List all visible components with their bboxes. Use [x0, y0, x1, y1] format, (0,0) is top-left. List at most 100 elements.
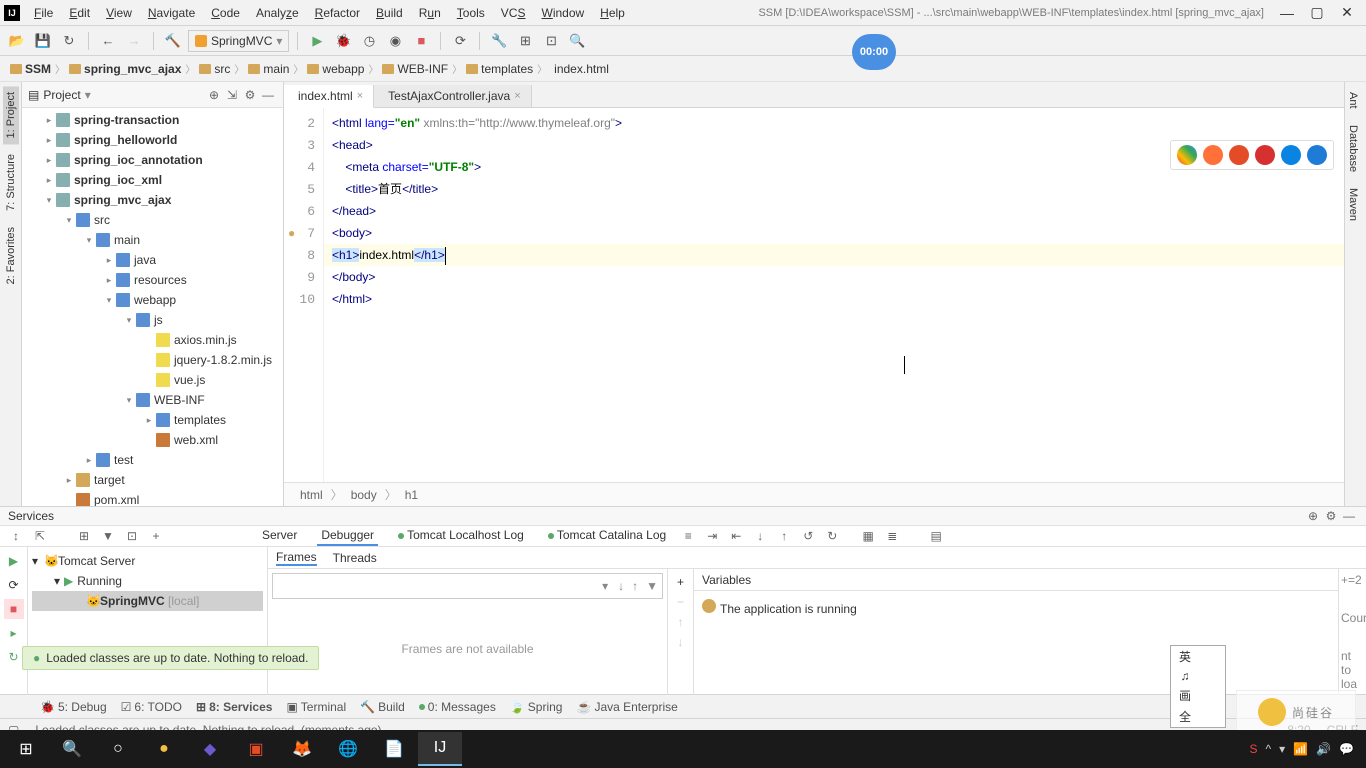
system-tray[interactable]: S ^ ▾ 📶 🔊 💬: [1249, 742, 1362, 756]
bottom-tab-terminal[interactable]: ▣ Terminal: [286, 700, 346, 714]
bottom-tab-spring[interactable]: 🍃 Spring: [510, 700, 563, 714]
firefox-icon[interactable]: [1203, 145, 1223, 165]
tree-chevron-icon[interactable]: ▸: [102, 255, 116, 266]
left-tab-structure[interactable]: 7: Structure: [3, 148, 19, 217]
forward-icon[interactable]: →: [123, 30, 145, 52]
run-icon[interactable]: ▶: [306, 30, 328, 52]
services-tree[interactable]: ▾🐱Tomcat Server ▾▶Running 🐱SpringMVC [lo…: [28, 547, 268, 695]
tree-row[interactable]: ▾webapp: [22, 290, 283, 310]
tree-chevron-icon[interactable]: ▾: [102, 295, 116, 306]
menu-analyze[interactable]: Analyze: [248, 3, 307, 23]
subtab-frames[interactable]: Frames: [276, 550, 317, 566]
toolbar-icon[interactable]: ▦: [858, 526, 878, 546]
project-title[interactable]: ▤ Project ▾: [28, 88, 205, 102]
tree-chevron-icon[interactable]: ▸: [42, 155, 56, 166]
nav-crumb[interactable]: SSM: [10, 62, 51, 76]
profile-icon[interactable]: ◉: [384, 30, 406, 52]
taskbar-app[interactable]: 📄: [372, 732, 416, 766]
tray-icon[interactable]: ▾: [1279, 742, 1285, 756]
tree-row[interactable]: ▸spring_helloworld: [22, 130, 283, 150]
taskbar-firefox[interactable]: 🦊: [280, 732, 324, 766]
toolbar-icon[interactable]: ≣: [882, 526, 902, 546]
nav-crumb[interactable]: main: [248, 62, 289, 76]
toolbar-icon[interactable]: ⇤: [726, 526, 746, 546]
menu-vcs[interactable]: VCS: [493, 3, 534, 23]
toolbar-icon[interactable]: ↑: [774, 526, 794, 546]
tree-row[interactable]: ▾spring_mvc_ajax: [22, 190, 283, 210]
close-icon[interactable]: ×: [514, 90, 520, 102]
taskbar-app[interactable]: ▣: [234, 732, 278, 766]
debug-icon[interactable]: 🐞: [332, 30, 354, 52]
tree-row[interactable]: ▸java: [22, 250, 283, 270]
tool1-icon[interactable]: 🔧: [488, 30, 510, 52]
tray-network-icon[interactable]: 📶: [1293, 742, 1308, 756]
update-icon[interactable]: ⟳: [4, 575, 24, 595]
tree-row[interactable]: ▾src: [22, 210, 283, 230]
start-button[interactable]: ⊞: [4, 732, 48, 766]
chrome-icon[interactable]: [1177, 145, 1197, 165]
menu-build[interactable]: Build: [368, 3, 411, 23]
tree-chevron-icon[interactable]: ▾: [122, 395, 136, 406]
menu-window[interactable]: Window: [533, 3, 592, 23]
sync-icon[interactable]: ↻: [58, 30, 80, 52]
expand-icon[interactable]: ⇲: [223, 86, 241, 104]
down-icon[interactable]: ↓: [678, 635, 684, 649]
tool2-icon[interactable]: ⊞: [514, 30, 536, 52]
nav-up-icon[interactable]: ↑: [628, 579, 642, 593]
toolbar-icon[interactable]: ↺: [798, 526, 818, 546]
tree-chevron-icon[interactable]: ▸: [42, 135, 56, 146]
add-icon[interactable]: +: [146, 526, 166, 546]
make-icon[interactable]: 🔨: [162, 30, 184, 52]
menu-run[interactable]: Run: [411, 3, 449, 23]
tray-chevron-icon[interactable]: ^: [1265, 742, 1271, 756]
menu-navigate[interactable]: Navigate: [140, 3, 203, 23]
taskbar-chrome[interactable]: 🌐: [326, 732, 370, 766]
maximize-button[interactable]: ▢: [1302, 3, 1332, 23]
right-tab-maven[interactable]: Maven: [1345, 182, 1361, 227]
project-tree[interactable]: ▸spring-transaction▸spring_helloworld▸sp…: [22, 108, 283, 506]
menu-refactor[interactable]: Refactor: [307, 3, 368, 23]
tree-row[interactable]: ▾js: [22, 310, 283, 330]
bottom-tab-javaee[interactable]: ☕ Java Enterprise: [576, 700, 677, 714]
group-icon[interactable]: ⊞: [74, 526, 94, 546]
tree-chevron-icon[interactable]: ▸: [42, 115, 56, 126]
nav-crumb[interactable]: WEB-INF: [382, 62, 448, 76]
nav-crumb[interactable]: spring_mvc_ajax: [69, 62, 181, 76]
tree-chevron-icon[interactable]: ▾: [42, 195, 56, 206]
browser-icon[interactable]: [1281, 145, 1301, 165]
layout-icon[interactable]: ▤: [926, 526, 946, 546]
tree-row[interactable]: jquery-1.8.2.min.js: [22, 350, 283, 370]
gear-icon[interactable]: ⚙: [1322, 507, 1340, 525]
editor-tab-index[interactable]: index.html ×: [284, 85, 374, 108]
up-icon[interactable]: ↑: [678, 615, 684, 629]
bottom-tab-build[interactable]: 🔨 Build: [360, 700, 405, 714]
menu-help[interactable]: Help: [592, 3, 633, 23]
services-tree-row[interactable]: ▾🐱Tomcat Server: [32, 551, 263, 571]
nav-crumb[interactable]: webapp: [307, 62, 364, 76]
nav-down-icon[interactable]: ↓: [614, 579, 628, 593]
tree-chevron-icon[interactable]: ▾: [82, 235, 96, 246]
menu-edit[interactable]: Edit: [61, 3, 98, 23]
toolbar-icon[interactable]: ↻: [822, 526, 842, 546]
breadcrumb-item[interactable]: h1: [405, 488, 418, 502]
taskbar-app[interactable]: ◆: [188, 732, 232, 766]
left-tab-favorites[interactable]: 2: Favorites: [3, 221, 19, 290]
open-icon[interactable]: 📂: [6, 30, 28, 52]
collapse-icon[interactable]: ⇱: [30, 526, 50, 546]
expand-icon[interactable]: ↕: [6, 526, 26, 546]
chevron-down-icon[interactable]: ▾: [596, 579, 614, 593]
tree-row[interactable]: ▸test: [22, 450, 283, 470]
run-config-selector[interactable]: SpringMVC ▾: [188, 30, 289, 52]
tree-chevron-icon[interactable]: ▾: [62, 215, 76, 226]
tree-row[interactable]: ▸target: [22, 470, 283, 490]
filter-icon[interactable]: ▼: [642, 579, 662, 593]
coverage-icon[interactable]: ◷: [358, 30, 380, 52]
filter-icon[interactable]: ▼: [98, 526, 118, 546]
tree-row[interactable]: vue.js: [22, 370, 283, 390]
services-tree-row-selected[interactable]: 🐱SpringMVC [local]: [32, 591, 263, 611]
frame-input[interactable]: [273, 579, 596, 593]
close-button[interactable]: ✕: [1332, 3, 1362, 23]
toolbar-icon[interactable]: ≡: [678, 526, 698, 546]
add-watch-icon[interactable]: +: [677, 575, 684, 589]
tree-chevron-icon[interactable]: ▸: [142, 415, 156, 426]
